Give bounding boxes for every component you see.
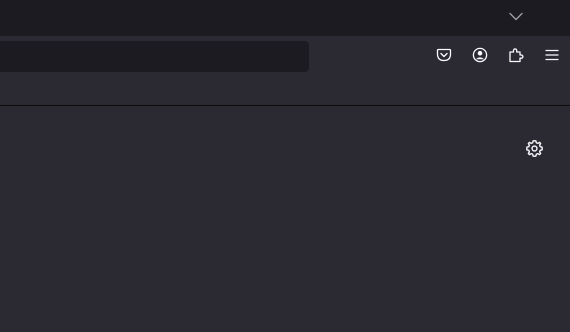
url-bar[interactable] — [0, 41, 309, 72]
extensions-icon — [508, 47, 524, 63]
pocket-icon — [436, 47, 452, 63]
title-bar — [0, 0, 570, 36]
pocket-button[interactable] — [433, 44, 455, 66]
customize-settings-button[interactable] — [523, 137, 545, 159]
extensions-button[interactable] — [505, 44, 527, 66]
nav-bar — [0, 36, 570, 76]
account-button[interactable] — [469, 44, 491, 66]
account-icon — [472, 47, 488, 63]
bookmarks-toolbar — [0, 76, 570, 105]
menu-icon — [545, 49, 559, 61]
chevron-down-icon — [509, 12, 523, 21]
gear-icon — [525, 139, 543, 157]
page-content — [0, 106, 570, 332]
tab-list-button[interactable] — [502, 6, 530, 26]
menu-button[interactable] — [541, 44, 563, 66]
